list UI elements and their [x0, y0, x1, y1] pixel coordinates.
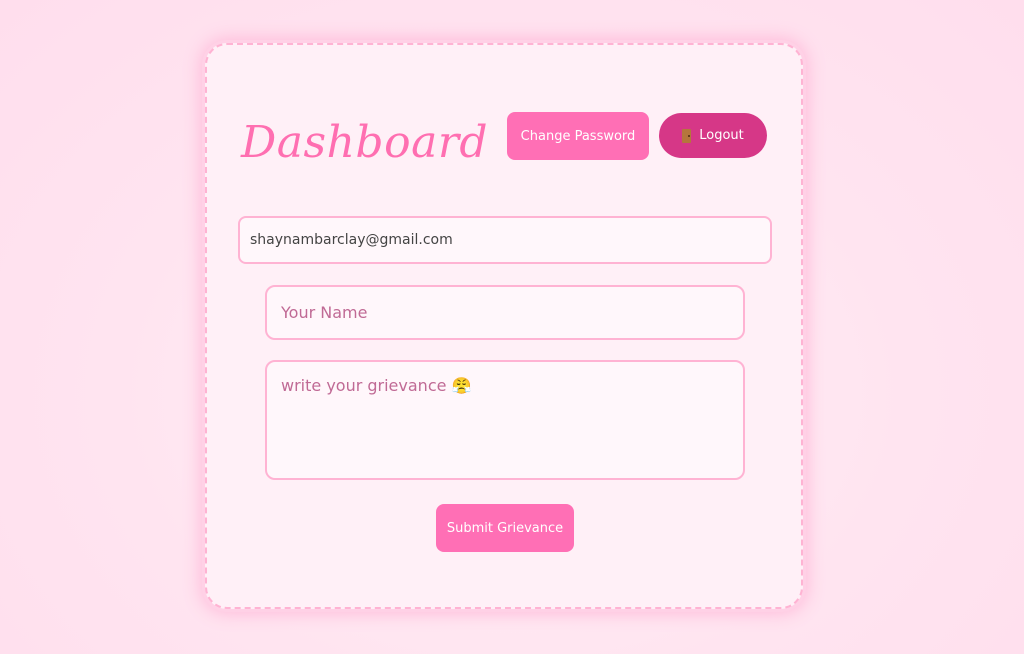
- submit-grievance-button[interactable]: Submit Grievance: [436, 504, 574, 552]
- door-icon: [682, 128, 692, 143]
- dashboard-card: Dashboard Change Password Logout Submit …: [205, 43, 803, 609]
- email-field[interactable]: [238, 216, 772, 264]
- change-password-button[interactable]: Change Password: [507, 112, 649, 160]
- change-password-label: Change Password: [520, 128, 636, 144]
- logout-label: Logout: [699, 128, 744, 143]
- submit-grievance-label: Submit Grievance: [446, 520, 564, 536]
- grievance-textarea[interactable]: [265, 360, 745, 480]
- name-input[interactable]: [265, 285, 745, 340]
- page-title: Dashboard: [241, 117, 489, 168]
- logout-button[interactable]: Logout: [659, 113, 767, 158]
